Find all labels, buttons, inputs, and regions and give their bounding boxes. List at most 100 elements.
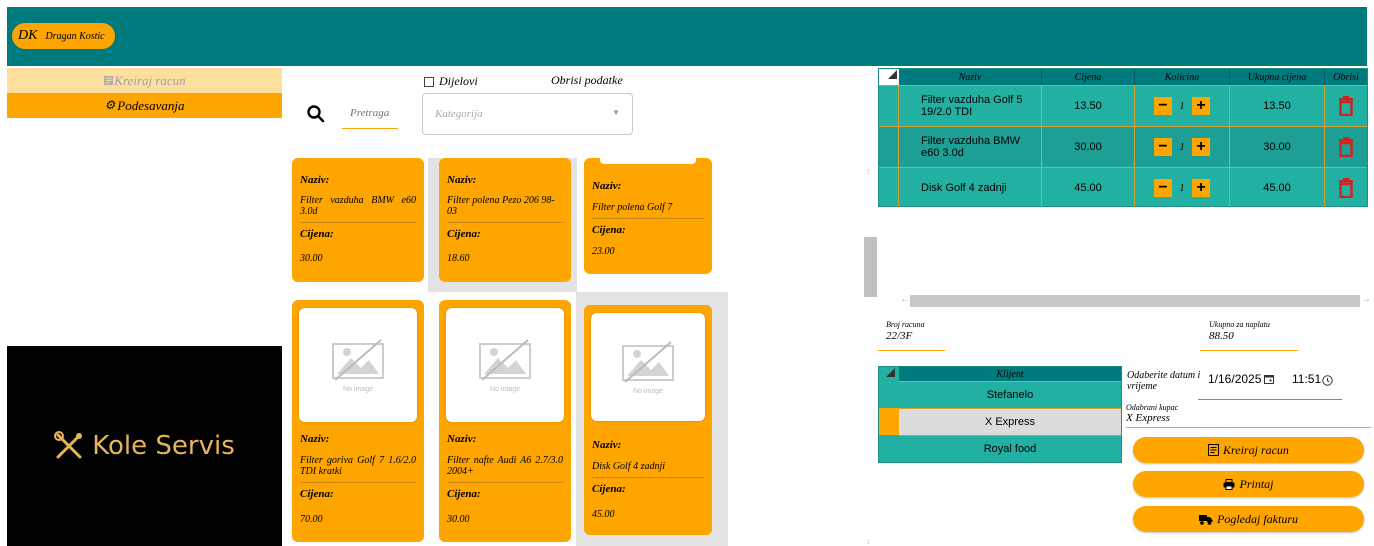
search-input[interactable]: Pretraga [342, 107, 398, 129]
sidebar-item-label: Kreiraj racun [114, 72, 186, 88]
scroll-right-arrow[interactable]: → [1361, 294, 1371, 305]
scroll-down-arrow[interactable]: ↓ [866, 536, 871, 546]
plus-button[interactable]: + [1192, 179, 1210, 197]
column-header[interactable]: Cijena [1042, 69, 1135, 85]
table-row[interactable]: Filter vazduha BMW e60 3.0d 30.00 − 1 + … [879, 126, 1367, 167]
search-icon[interactable] [306, 104, 326, 124]
total-due-label: Ukupno za naplatu [1209, 320, 1270, 329]
create-invoice-button[interactable]: Kreiraj racun [1133, 437, 1364, 463]
no-image-icon [332, 338, 384, 381]
trash-icon [1339, 178, 1353, 198]
row-selector[interactable] [879, 86, 899, 126]
row-selector[interactable] [879, 408, 899, 435]
product-card[interactable]: No image Naziv: Filter nafte Audi A6 2.7… [439, 300, 571, 542]
scroll-left-arrow[interactable]: ← [900, 294, 910, 305]
divider [300, 482, 416, 483]
checkbox-box[interactable] [424, 76, 434, 87]
time-picker-value[interactable]: 11:51 [1292, 372, 1321, 386]
product-name: Disk Golf 4 zadnji [592, 461, 666, 472]
field-underline [1200, 350, 1298, 351]
cart-item-name: Filter vazduha Golf 5 19/2.0 TDI [899, 86, 1042, 126]
gear-icon: ⚙ [104, 98, 116, 112]
product-card[interactable]: Naziv: Filter vazduha BMW e60 3.0d Cijen… [292, 158, 424, 282]
client-row-selected[interactable]: X Express [899, 408, 1121, 435]
product-name-label: Naziv: [300, 433, 330, 445]
plus-button[interactable]: + [1192, 138, 1210, 156]
logo-text: Kole Servis [92, 431, 235, 461]
sidebar-item-settings[interactable]: ⚙ Podesavanja [7, 93, 282, 118]
product-price-label: Cijena: [592, 483, 626, 495]
row-selector[interactable] [879, 168, 899, 208]
quantity-value: 1 [1179, 141, 1185, 153]
image-caption: No image [343, 385, 373, 393]
product-name-label: Naziv: [592, 180, 622, 192]
plus-button[interactable]: + [1192, 97, 1210, 115]
quantity-stepper: − 1 + [1135, 168, 1230, 208]
delete-button[interactable] [1325, 127, 1367, 167]
column-header[interactable]: Naziv [899, 69, 1042, 85]
selected-buyer-label: Odabrani kupac [1126, 403, 1179, 412]
date-picker-value[interactable]: 1/16/2025 [1208, 372, 1261, 386]
minus-button[interactable]: − [1154, 97, 1172, 115]
quantity-value: 1 [1179, 100, 1185, 112]
cart-header: Naziv Cijena Kolicina Ukupna cijena Obri… [879, 69, 1367, 85]
product-name-label: Naziv: [300, 174, 330, 186]
product-price-label: Cijena: [447, 228, 481, 240]
sidebar-item-label: Podesavanja [117, 97, 185, 113]
receipt-icon [104, 75, 114, 86]
product-name: Filter goriva Golf 7 1.6/2.0 TDI kratki [300, 455, 416, 477]
product-card[interactable]: No image Naziv: Filter goriva Golf 7 1.6… [292, 300, 424, 542]
no-image-icon [622, 340, 674, 383]
category-select[interactable]: Kategorija ▼ [422, 93, 633, 135]
select-all-corner[interactable] [888, 70, 897, 79]
cart-item-price: 13.50 [1042, 86, 1135, 126]
select-all-corner[interactable] [886, 368, 895, 377]
no-image-icon [479, 338, 531, 381]
cart-item-name: Filter vazduha BMW e60 3.0d [899, 127, 1042, 167]
product-name-label: Naziv: [447, 174, 477, 186]
delete-button[interactable] [1325, 86, 1367, 126]
minus-button[interactable]: − [1154, 179, 1172, 197]
top-bar: DK Dragan Kostic [7, 7, 1367, 66]
view-invoice-button[interactable]: Pogledaj fakturu [1133, 506, 1364, 532]
parts-checkbox[interactable]: Dijelovi [424, 74, 478, 89]
column-header[interactable]: Klijent [899, 367, 1121, 381]
button-label: Kreiraj racun [1223, 442, 1289, 457]
client-row[interactable]: Stefanelo [899, 381, 1121, 408]
product-card[interactable]: Naziv: Filter polena Pezo 206 98-03 Cije… [439, 158, 571, 282]
product-price: 18.60 [447, 253, 470, 264]
trash-icon [1339, 96, 1353, 116]
product-card[interactable]: No image Naziv: Disk Golf 4 zadnji Cijen… [584, 305, 712, 535]
product-card[interactable]: Naziv: Filter polena Golf 7 Cijena: 23.0… [584, 158, 712, 274]
product-price: 30.00 [447, 514, 470, 525]
field-underline [1126, 427, 1371, 428]
quantity-stepper: − 1 + [1135, 127, 1230, 167]
column-header[interactable]: Kolicina [1135, 69, 1230, 85]
clear-data-button[interactable]: Obrisi podatke [551, 73, 623, 88]
divider [592, 477, 704, 478]
print-button[interactable]: Printaj [1133, 471, 1364, 497]
sidebar-item-create-invoice[interactable]: Kreiraj racun [7, 68, 282, 93]
minus-button[interactable]: − [1154, 138, 1172, 156]
selected-buyer: X Express [1126, 412, 1170, 424]
user-chip[interactable]: DK Dragan Kostic [12, 23, 115, 49]
scroll-up-arrow[interactable]: ↑ [866, 166, 871, 176]
category-placeholder: Kategorija [435, 108, 483, 120]
column-header[interactable]: Obrisi [1325, 69, 1367, 85]
table-row[interactable]: Filter vazduha Golf 5 19/2.0 TDI 13.50 −… [879, 85, 1367, 126]
product-name: Filter nafte Audi A6 2.7/3.0 2004+ [447, 455, 563, 477]
client-row[interactable]: Royal food [899, 435, 1121, 462]
horizontal-scrollbar[interactable] [910, 295, 1360, 307]
vertical-scrollbar[interactable] [864, 237, 877, 297]
field-underline [878, 350, 945, 351]
row-selector[interactable] [879, 127, 899, 167]
product-price: 30.00 [300, 253, 323, 264]
delete-button[interactable] [1325, 168, 1367, 208]
cart-item-price: 30.00 [1042, 127, 1135, 167]
product-image-placeholder: No image [591, 313, 705, 421]
column-header[interactable]: Ukupna cijena [1230, 69, 1325, 85]
invoice-number[interactable]: 22/3F [886, 330, 912, 342]
calendar-icon[interactable] [1264, 374, 1274, 384]
table-row[interactable]: Disk Golf 4 zadnji 45.00 − 1 + 45.00 [879, 167, 1367, 208]
clock-icon[interactable] [1322, 375, 1333, 386]
